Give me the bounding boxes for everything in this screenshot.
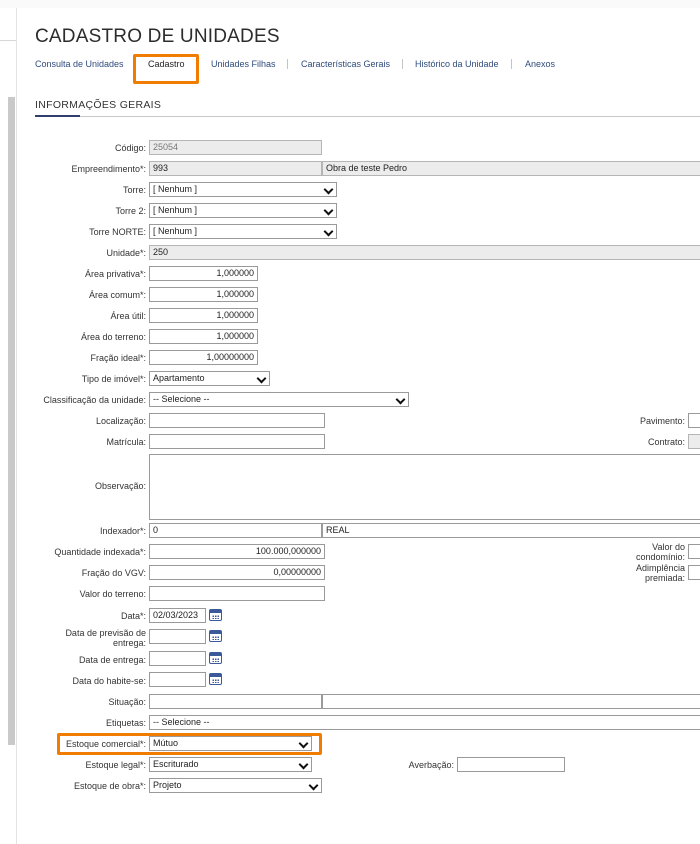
data-habite-input[interactable]	[149, 672, 206, 687]
estoque-legal-select[interactable]: Escriturado	[149, 757, 312, 772]
estoque-comercial-select[interactable]: Mútuo	[149, 736, 312, 751]
section-divider	[35, 116, 700, 117]
tipo-imovel-select[interactable]: Apartamento	[149, 371, 270, 386]
adimplencia-input[interactable]	[688, 565, 700, 580]
area-privativa-label: Área privativa*:	[84, 269, 146, 279]
pavimento-label: Pavimento:	[639, 416, 685, 426]
section-underline	[35, 115, 80, 117]
unidade-field: 250	[149, 245, 700, 260]
tab-cadastro[interactable]: Cadastro	[148, 59, 185, 69]
area-terreno-label: Área do terreno:	[80, 332, 146, 342]
area-comum-input[interactable]: 1,000000	[149, 287, 258, 302]
averbacao-label: Averbação:	[408, 760, 454, 770]
etiquetas-label: Etiquetas:	[105, 718, 146, 728]
valor-condominio-label: Valor do condomínio:	[635, 542, 685, 562]
torre2-label: Torre 2:	[115, 206, 146, 216]
fracao-vgv-label: Fração do VGV:	[81, 568, 146, 578]
observacao-label: Observação:	[94, 481, 146, 491]
area-terreno-input[interactable]: 1,000000	[149, 329, 258, 344]
situacao-name-field	[322, 694, 700, 709]
data-entrega-input[interactable]	[149, 651, 206, 666]
left-strip-divider	[0, 40, 16, 41]
valor-condominio-input[interactable]	[688, 544, 700, 559]
calendar-icon[interactable]	[209, 673, 222, 685]
contrato-label: Contrato:	[647, 437, 685, 447]
quantidade-indexada-input[interactable]: 100.000,000000	[149, 544, 325, 559]
situacao-label: Situação:	[108, 697, 146, 707]
matricula-label: Matrícula:	[106, 437, 146, 447]
calendar-icon[interactable]	[209, 652, 222, 664]
data-label: Data*:	[120, 611, 146, 621]
valor-terreno-label: Valor do terreno:	[79, 589, 146, 599]
estoque-obra-select[interactable]: Projeto	[149, 778, 322, 793]
matricula-input[interactable]	[149, 434, 325, 449]
torre-select[interactable]: [ Nenhum ]	[149, 182, 337, 197]
fracao-ideal-input[interactable]: 1,00000000	[149, 350, 258, 365]
unidade-label: Unidade*:	[106, 248, 146, 258]
quantidade-indexada-label: Quantidade indexada*:	[54, 547, 146, 557]
data-input[interactable]: 02/03/2023	[149, 608, 206, 623]
tab-unidades-filhas[interactable]: Unidades Filhas	[211, 59, 276, 69]
area-util-label: Área útil:	[110, 311, 146, 321]
estoque-comercial-label: Estoque comercial*:	[65, 739, 146, 749]
torre-norte-select[interactable]: [ Nenhum ]	[149, 224, 337, 239]
torre-label: Torre:	[122, 185, 146, 195]
situacao-code-input[interactable]	[149, 694, 322, 709]
empreendimento-name-field: Obra de teste Pedro	[322, 161, 700, 176]
data-previsao-input[interactable]	[149, 629, 206, 644]
tipo-imovel-label: Tipo de imóvel*:	[81, 374, 146, 384]
torre2-select[interactable]: [ Nenhum ]	[149, 203, 337, 218]
torre-norte-label: Torre NORTE:	[89, 227, 146, 237]
estoque-obra-label: Estoque de obra*:	[73, 781, 146, 791]
tab-anexos[interactable]: Anexos	[525, 59, 555, 69]
etiquetas-select[interactable]: -- Selecione --	[149, 715, 700, 730]
tab-separator	[511, 59, 512, 69]
localizacao-input[interactable]	[149, 413, 325, 428]
indexador-label: Indexador*:	[99, 526, 146, 536]
data-entrega-label: Data de entrega:	[78, 655, 146, 665]
observacao-textarea[interactable]	[149, 454, 700, 520]
area-comum-label: Área comum*:	[88, 290, 146, 300]
left-scrollbar[interactable]	[8, 97, 15, 745]
tab-consulta-unidades[interactable]: Consulta de Unidades	[35, 59, 124, 69]
calendar-icon[interactable]	[209, 609, 222, 621]
tab-historico-unidade[interactable]: Histórico da Unidade	[415, 59, 499, 69]
main-panel: CADASTRO DE UNIDADES Consulta de Unidade…	[16, 8, 700, 844]
fracao-vgv-input[interactable]: 0,00000000	[149, 565, 325, 580]
pavimento-input[interactable]	[688, 413, 700, 428]
fracao-ideal-label: Fração ideal*:	[90, 353, 146, 363]
indexador-name-field: REAL	[322, 523, 700, 538]
contrato-input	[688, 434, 700, 449]
data-habite-label: Data do habite-se:	[72, 676, 146, 686]
area-privativa-input[interactable]: 1,000000	[149, 266, 258, 281]
empreendimento-code-field[interactable]: 993	[149, 161, 322, 176]
tab-separator	[287, 59, 288, 69]
estoque-legal-label: Estoque legal*:	[85, 760, 146, 770]
indexador-code-input[interactable]: 0	[149, 523, 322, 538]
area-util-input[interactable]: 1,000000	[149, 308, 258, 323]
empreendimento-label: Empreendimento*:	[71, 164, 146, 174]
codigo-label: Código:	[114, 143, 146, 153]
tab-caracteristicas-gerais[interactable]: Características Gerais	[301, 59, 390, 69]
adimplencia-label: Adimplência premiada:	[635, 563, 685, 583]
calendar-icon[interactable]	[209, 630, 222, 642]
localizacao-label: Localização:	[95, 416, 146, 426]
classificacao-label: Classificação da unidade:	[43, 395, 146, 405]
data-previsao-label: Data de previsão de entrega:	[65, 628, 146, 648]
codigo-field: 25054	[149, 140, 322, 155]
tab-separator	[402, 59, 403, 69]
top-band	[0, 0, 700, 8]
classificacao-select[interactable]: -- Selecione --	[149, 392, 409, 407]
averbacao-input[interactable]	[457, 757, 565, 772]
section-title: INFORMAÇÕES GERAIS	[35, 99, 162, 111]
page-title: CADASTRO DE UNIDADES	[35, 26, 280, 47]
valor-terreno-input[interactable]	[149, 586, 325, 601]
